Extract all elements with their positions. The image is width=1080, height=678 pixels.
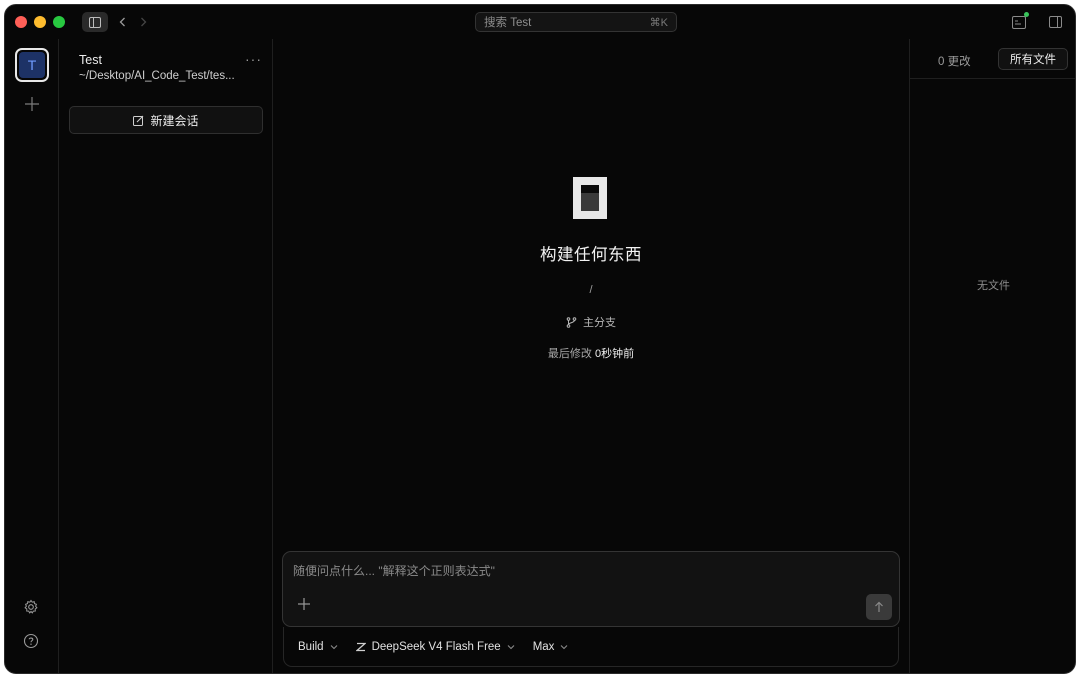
last-modified-label: 最后修改	[547, 348, 592, 360]
settings-button[interactable]	[23, 599, 41, 617]
app-window: 搜索 Test ⌘K T Test ~/Desktop/AI_Code_Test…	[4, 4, 1076, 674]
help-button[interactable]	[23, 633, 41, 651]
project-rail: T	[5, 39, 59, 673]
plus-icon	[298, 598, 310, 610]
mode-select[interactable]: Max	[533, 641, 569, 653]
chevron-down-icon	[561, 644, 568, 649]
tab-all-files[interactable]: 所有文件	[998, 48, 1068, 70]
branch-icon	[566, 316, 577, 328]
zoom-window-button[interactable]	[53, 16, 65, 28]
search-placeholder: 搜索 Test	[484, 17, 532, 29]
gear-icon	[24, 599, 38, 614]
plus-icon	[25, 97, 39, 111]
main-area: 构建任何东西 / 主分支 最后修改 0秒钟前 随便问点什么... "解释这个正则…	[273, 39, 909, 673]
status-dot	[1024, 12, 1029, 17]
model-logo-icon	[355, 642, 366, 651]
edit-icon	[133, 115, 144, 126]
chevron-down-icon	[507, 644, 515, 649]
sidebar-toggle-button[interactable]	[82, 12, 108, 32]
composer-toolbar: Build DeepSeek V4 Flash Free Max	[283, 627, 899, 667]
add-project-button[interactable]	[22, 95, 42, 115]
new-session-label: 新建会话	[150, 113, 199, 128]
project-initial: T	[19, 52, 45, 78]
sidebar-toggle-icon	[89, 16, 101, 28]
app-logo-icon	[573, 177, 607, 219]
branch-info: 主分支	[273, 314, 909, 330]
forward-button[interactable]	[136, 12, 150, 32]
help-icon	[23, 633, 39, 649]
project-path: ~/Desktop/AI_Code_Test/tes...	[79, 70, 235, 82]
composer	[282, 551, 900, 627]
terminal-icon	[1012, 15, 1026, 29]
mode-select-label: Max	[532, 640, 555, 653]
new-session-button[interactable]: 新建会话	[69, 106, 263, 134]
last-modified-value: 0秒钟前	[594, 348, 635, 360]
files-panel: 0 更改 所有文件 无文件	[909, 39, 1075, 673]
prompt-input[interactable]	[293, 562, 853, 580]
project-path-root: /	[589, 284, 593, 296]
project-more-button[interactable]: ···	[245, 51, 262, 67]
terminal-button[interactable]	[1011, 12, 1029, 31]
branch-name: 主分支	[583, 317, 616, 329]
project-name: Test	[79, 53, 102, 67]
empty-state-text: 无文件	[977, 280, 1010, 292]
chevron-left-icon	[119, 17, 125, 27]
chevron-right-icon	[140, 17, 146, 27]
files-panel-header: 0 更改 所有文件	[910, 39, 1075, 79]
session-panel: Test ~/Desktop/AI_Code_Test/tes... ··· 新…	[59, 39, 273, 673]
page-title: 构建任何东西	[540, 246, 642, 264]
last-modified: 最后修改 0秒钟前	[273, 345, 909, 361]
attach-button[interactable]	[295, 596, 313, 614]
back-button[interactable]	[115, 12, 129, 32]
agent-select-label: Build	[298, 640, 324, 653]
right-panel-toggle-button[interactable]	[1047, 13, 1063, 31]
minimize-window-button[interactable]	[34, 16, 46, 28]
tab-changes[interactable]: 0 更改	[938, 53, 971, 69]
search-shortcut: ⌘K	[649, 16, 668, 29]
model-select-label: DeepSeek V4 Flash Free	[371, 640, 501, 653]
title-bar: 搜索 Test ⌘K	[5, 5, 1075, 39]
chevron-down-icon	[330, 644, 337, 649]
right-panel-icon	[1048, 16, 1062, 28]
arrow-up-icon	[875, 601, 883, 612]
project-avatar[interactable]: T	[15, 48, 49, 82]
agent-select[interactable]: Build	[298, 641, 338, 653]
search-input[interactable]: 搜索 Test ⌘K	[475, 12, 677, 32]
close-window-button[interactable]	[15, 16, 27, 28]
model-select[interactable]: DeepSeek V4 Flash Free	[355, 640, 515, 653]
send-button[interactable]	[866, 594, 892, 620]
